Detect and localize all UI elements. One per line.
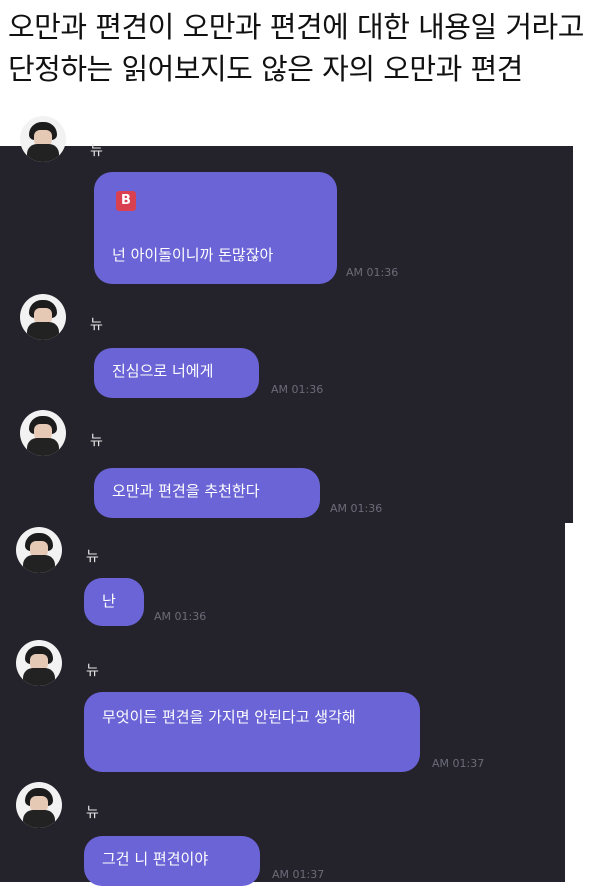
message-bubble[interactable]: 무엇이든 편견을 가지면 안된다고 생각해 [84,692,420,772]
avatar[interactable] [20,410,66,456]
message-time: AM 01:36 [271,383,324,396]
message-bubble[interactable]: 난 [84,578,144,626]
badge-icon: B [116,191,136,211]
avatar[interactable] [16,640,62,686]
message-bubble[interactable]: 진심으로 너에게 [94,348,259,398]
message-text: 무엇이든 편견을 가지면 안된다고 생각해 [102,708,356,726]
message-time: AM 01:37 [432,757,485,770]
message-bubble[interactable]: 넌 아이돌이니까 돈많잖아 [94,172,337,284]
message-text: 난 [102,592,116,610]
background-gap [565,523,590,882]
avatar[interactable] [20,116,66,162]
message-text: 넌 아이돌이니까 돈많잖아 [112,246,274,264]
background-gap [573,146,590,523]
message-text: 그건 니 편견이야 [102,850,209,868]
message-time: AM 01:36 [154,610,207,623]
message-time: AM 01:36 [330,502,383,515]
sender-name: 뉴 [90,433,103,449]
sender-name: 뉴 [90,143,103,159]
message-bubble[interactable]: 그건 니 편견이야 [84,836,260,886]
message-text: 오만과 편견을 추천한다 [112,482,260,500]
post-caption: 오만과 편견이 오만과 편견에 대한 내용일 거라고 단정하는 읽어보지도 않은… [8,10,584,86]
message-time: AM 01:37 [272,868,325,881]
sender-name: 뉴 [90,317,103,333]
message-time: AM 01:36 [346,266,399,279]
sender-name: 뉴 [86,805,99,821]
message-bubble[interactable]: 오만과 편견을 추천한다 [94,468,320,518]
avatar[interactable] [16,527,62,573]
sender-name: 뉴 [86,663,99,679]
avatar[interactable] [20,294,66,340]
message-text: 진심으로 너에게 [112,362,214,380]
avatar[interactable] [16,782,62,828]
sender-name: 뉴 [86,549,99,565]
